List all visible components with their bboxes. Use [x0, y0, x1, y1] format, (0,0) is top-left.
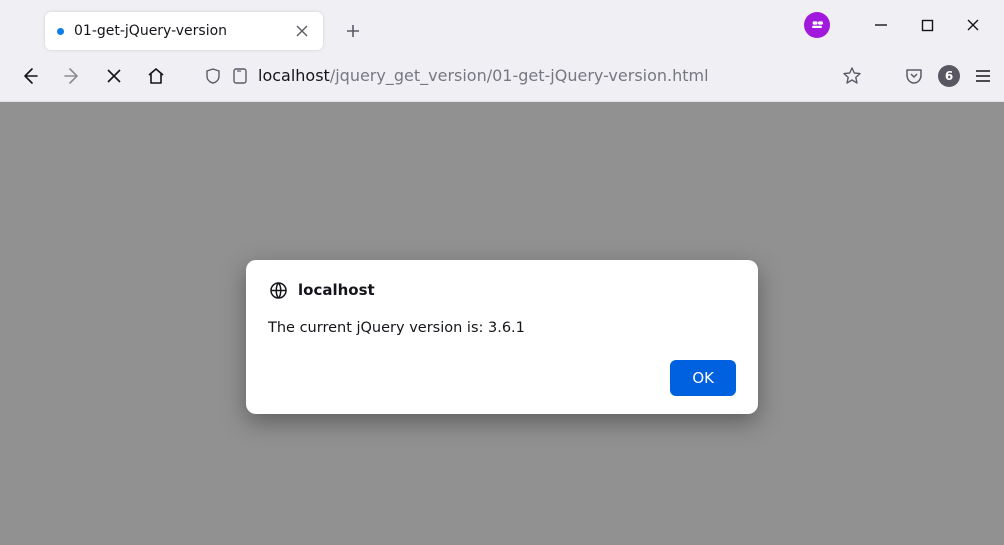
tab-title: 01-get-jQuery-version — [74, 23, 283, 39]
toolbar-right: 6 — [892, 65, 992, 87]
forward-button — [54, 58, 90, 94]
new-tab-button[interactable] — [337, 15, 369, 47]
notification-count-badge[interactable]: 6 — [938, 65, 960, 87]
browser-tab[interactable]: 01-get-jQuery-version — [45, 12, 323, 50]
site-info-icon[interactable] — [232, 67, 248, 85]
ok-button[interactable]: OK — [670, 360, 736, 396]
minimize-button[interactable] — [872, 16, 890, 34]
maximize-button[interactable] — [918, 16, 936, 34]
dialog-actions: OK — [268, 360, 736, 396]
dialog-header: localhost — [268, 280, 736, 300]
dialog-origin: localhost — [298, 281, 375, 299]
globe-icon — [268, 280, 288, 300]
loading-dot-icon — [57, 28, 64, 35]
url-path: /jquery_get_version/01-get-jQuery-versio… — [330, 66, 709, 85]
alert-dialog: localhost The current jQuery version is:… — [246, 260, 758, 414]
menu-button[interactable] — [974, 67, 992, 85]
back-button[interactable] — [12, 58, 48, 94]
navigation-toolbar: localhost/jquery_get_version/01-get-jQue… — [0, 50, 1004, 102]
window-controls — [804, 0, 1004, 50]
url-text: localhost/jquery_get_version/01-get-jQue… — [258, 66, 832, 85]
profile-badge[interactable] — [804, 12, 830, 38]
url-host: localhost — [258, 66, 330, 85]
stop-reload-button[interactable] — [96, 58, 132, 94]
home-button[interactable] — [138, 58, 174, 94]
pocket-icon[interactable] — [904, 66, 924, 86]
titlebar: 01-get-jQuery-version — [0, 0, 1004, 50]
address-bar[interactable]: localhost/jquery_get_version/01-get-jQue… — [194, 58, 872, 94]
close-window-button[interactable] — [964, 16, 982, 34]
bookmark-star-icon[interactable] — [842, 66, 862, 86]
shield-icon[interactable] — [204, 67, 222, 85]
close-tab-button[interactable] — [293, 22, 311, 40]
dialog-message: The current jQuery version is: 3.6.1 — [268, 320, 736, 336]
